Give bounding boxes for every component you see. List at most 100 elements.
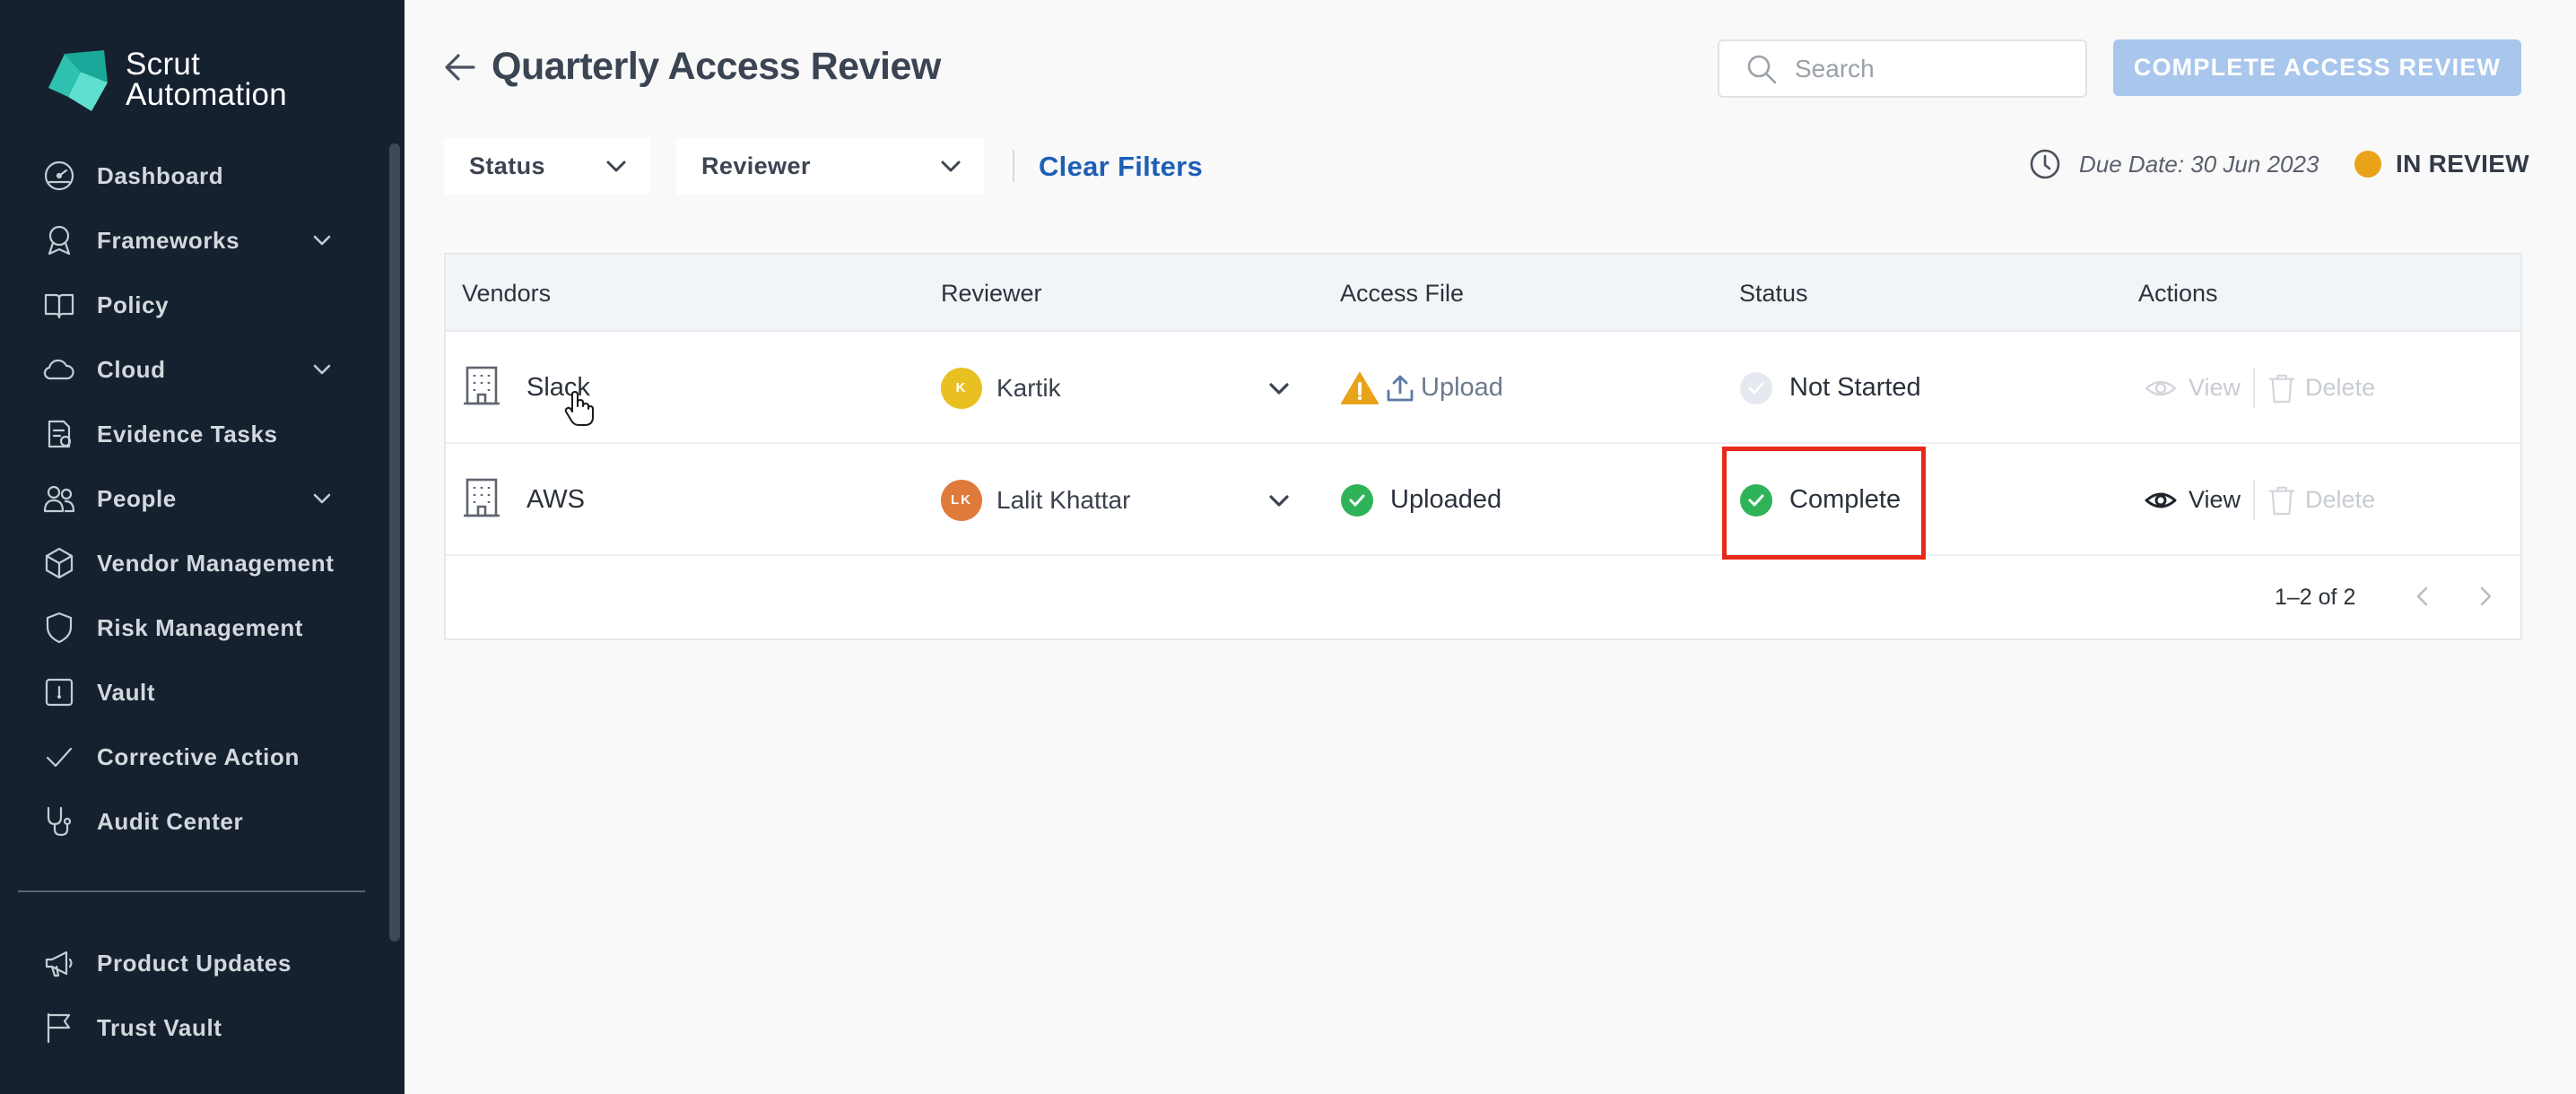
eye-icon — [2145, 492, 2177, 508]
sidebar-item-label: Trust Vault — [97, 1013, 222, 1041]
status-highlight-box — [1722, 447, 1926, 560]
reviewer-name: Lalit Khattar — [996, 485, 1131, 514]
chevron-down-icon[interactable] — [310, 487, 334, 510]
sidebar-item-vendor-management[interactable]: Vendor Management — [41, 541, 346, 586]
status-text: Not Started — [1789, 373, 1921, 402]
hand-cursor-icon — [563, 391, 594, 427]
upload-link: Upload — [1421, 373, 1503, 402]
clear-filters-link[interactable]: Clear Filters — [1039, 151, 1203, 183]
sidebar-item-cloud[interactable]: Cloud — [41, 347, 346, 392]
sidebar-item-vault[interactable]: Vault — [41, 670, 346, 715]
reviewer-name: Kartik — [996, 373, 1061, 402]
table-row: Slack K Kartik Upload Not Started View D… — [446, 332, 2520, 444]
sidebar-item-label: Vault — [97, 678, 156, 706]
sidebar-item-audit-center[interactable]: Audit Center — [41, 799, 346, 844]
sidebar-item-trust-vault[interactable]: Trust Vault — [41, 1005, 346, 1050]
avatar: LK — [941, 479, 982, 521]
megaphone-icon — [41, 945, 77, 981]
delete-label: Delete — [2305, 374, 2376, 401]
avatar: K — [941, 367, 982, 409]
success-check-icon — [1341, 483, 1373, 517]
page-title: Quarterly Access Review — [492, 45, 941, 88]
reviewer-filter-dropdown[interactable]: Reviewer — [676, 137, 984, 195]
reviewer-dropdown-chevron-icon[interactable] — [1266, 444, 1292, 556]
chevron-down-icon — [604, 153, 629, 178]
eye-icon — [2145, 380, 2177, 395]
sidebar-item-label: Dashboard — [97, 161, 224, 189]
delete-label: Delete — [2305, 486, 2376, 513]
sidebar-item-dashboard[interactable]: Dashboard — [41, 153, 346, 198]
sidebar-item-label: Cloud — [97, 355, 166, 383]
sidebar-item-label: Frameworks — [97, 226, 240, 254]
sidebar-item-label: Audit Center — [97, 807, 244, 835]
actions-cell: View Delete — [2144, 332, 2375, 444]
access-file-status: Uploaded — [1390, 485, 1502, 514]
clipboard-icon — [41, 416, 77, 452]
access-file-cell[interactable]: Upload — [1340, 332, 1503, 444]
view-button[interactable]: View — [2144, 371, 2241, 405]
back-arrow-icon[interactable] — [441, 48, 479, 86]
actions-separator — [2253, 368, 2256, 408]
sidebar-item-evidence-tasks[interactable]: Evidence Tasks — [41, 412, 346, 456]
sidebar: Scrut Automation Dashboard Frameworks Po… — [0, 0, 405, 1094]
sidebar-scrollbar[interactable] — [389, 143, 400, 942]
brand-logo[interactable]: Scrut Automation — [41, 45, 287, 115]
vault-icon — [41, 674, 77, 710]
sidebar-item-label: Risk Management — [97, 613, 304, 641]
actions-cell: View Delete — [2144, 444, 2375, 556]
sidebar-item-risk-management[interactable]: Risk Management — [41, 605, 346, 650]
trash-icon — [2268, 486, 2295, 515]
sidebar-item-frameworks[interactable]: Frameworks — [41, 218, 346, 263]
people-icon — [41, 481, 77, 517]
sidebar-item-label: Vendor Management — [97, 549, 335, 577]
sidebar-item-label: Product Updates — [97, 949, 292, 977]
warning-icon — [1341, 371, 1379, 404]
building-icon — [462, 364, 501, 412]
column-header-status: Status — [1739, 280, 1808, 307]
view-button[interactable]: View — [2144, 483, 2241, 517]
reviewer-filter-label: Reviewer — [701, 152, 811, 179]
access-file-cell: Uploaded — [1340, 444, 1501, 556]
status-filter-label: Status — [469, 152, 545, 179]
reviewer-cell[interactable]: LK Lalit Khattar — [941, 444, 1130, 556]
delete-button[interactable]: Delete — [2267, 371, 2375, 405]
cloud-icon — [41, 352, 77, 387]
reviewer-cell[interactable]: K Kartik — [941, 332, 1061, 444]
sidebar-item-people[interactable]: People — [41, 476, 346, 521]
status-filter-dropdown[interactable]: Status — [444, 137, 650, 195]
search-box[interactable] — [1718, 39, 2087, 98]
status-cell: Not Started — [1739, 332, 1921, 444]
search-input[interactable] — [1795, 54, 2064, 83]
view-label: View — [2189, 486, 2241, 513]
sidebar-item-policy[interactable]: Policy — [41, 282, 346, 327]
vendors-table: Vendors Reviewer Access File Status Acti… — [444, 253, 2522, 640]
filter-separator — [1013, 150, 1014, 182]
complete-access-review-button[interactable]: COMPLETE ACCESS REVIEW — [2113, 39, 2521, 96]
prev-page-chevron-icon[interactable] — [2407, 581, 2438, 612]
vendor-cell[interactable]: Slack — [462, 332, 590, 444]
book-icon — [41, 287, 77, 323]
column-header-vendors: Vendors — [462, 280, 552, 307]
dashboard-icon — [41, 158, 77, 194]
due-date: Due Date: 30 Jun 2023 — [2029, 148, 2319, 180]
column-header-access-file: Access File — [1340, 280, 1465, 307]
reviewer-dropdown-chevron-icon[interactable] — [1266, 332, 1292, 444]
pending-status-icon — [1740, 371, 1772, 404]
chevron-down-icon — [938, 153, 963, 178]
sidebar-item-corrective-action[interactable]: Corrective Action — [41, 734, 346, 779]
upload-icon — [1387, 375, 1414, 401]
building-icon — [462, 476, 501, 524]
sidebar-item-product-updates[interactable]: Product Updates — [41, 941, 346, 985]
review-status-badge: IN REVIEW — [2354, 150, 2529, 178]
column-header-reviewer: Reviewer — [941, 280, 1042, 307]
next-page-chevron-icon[interactable] — [2470, 581, 2501, 612]
brand-name-line1: Scrut — [126, 47, 201, 82]
check-icon — [41, 739, 77, 775]
view-label: View — [2189, 374, 2241, 401]
chevron-down-icon[interactable] — [310, 229, 334, 252]
review-status-text: IN REVIEW — [2396, 150, 2529, 178]
chevron-down-icon[interactable] — [310, 358, 334, 381]
clock-icon — [2030, 149, 2060, 179]
vendor-cell[interactable]: AWS — [462, 444, 585, 556]
delete-button[interactable]: Delete — [2267, 483, 2375, 517]
